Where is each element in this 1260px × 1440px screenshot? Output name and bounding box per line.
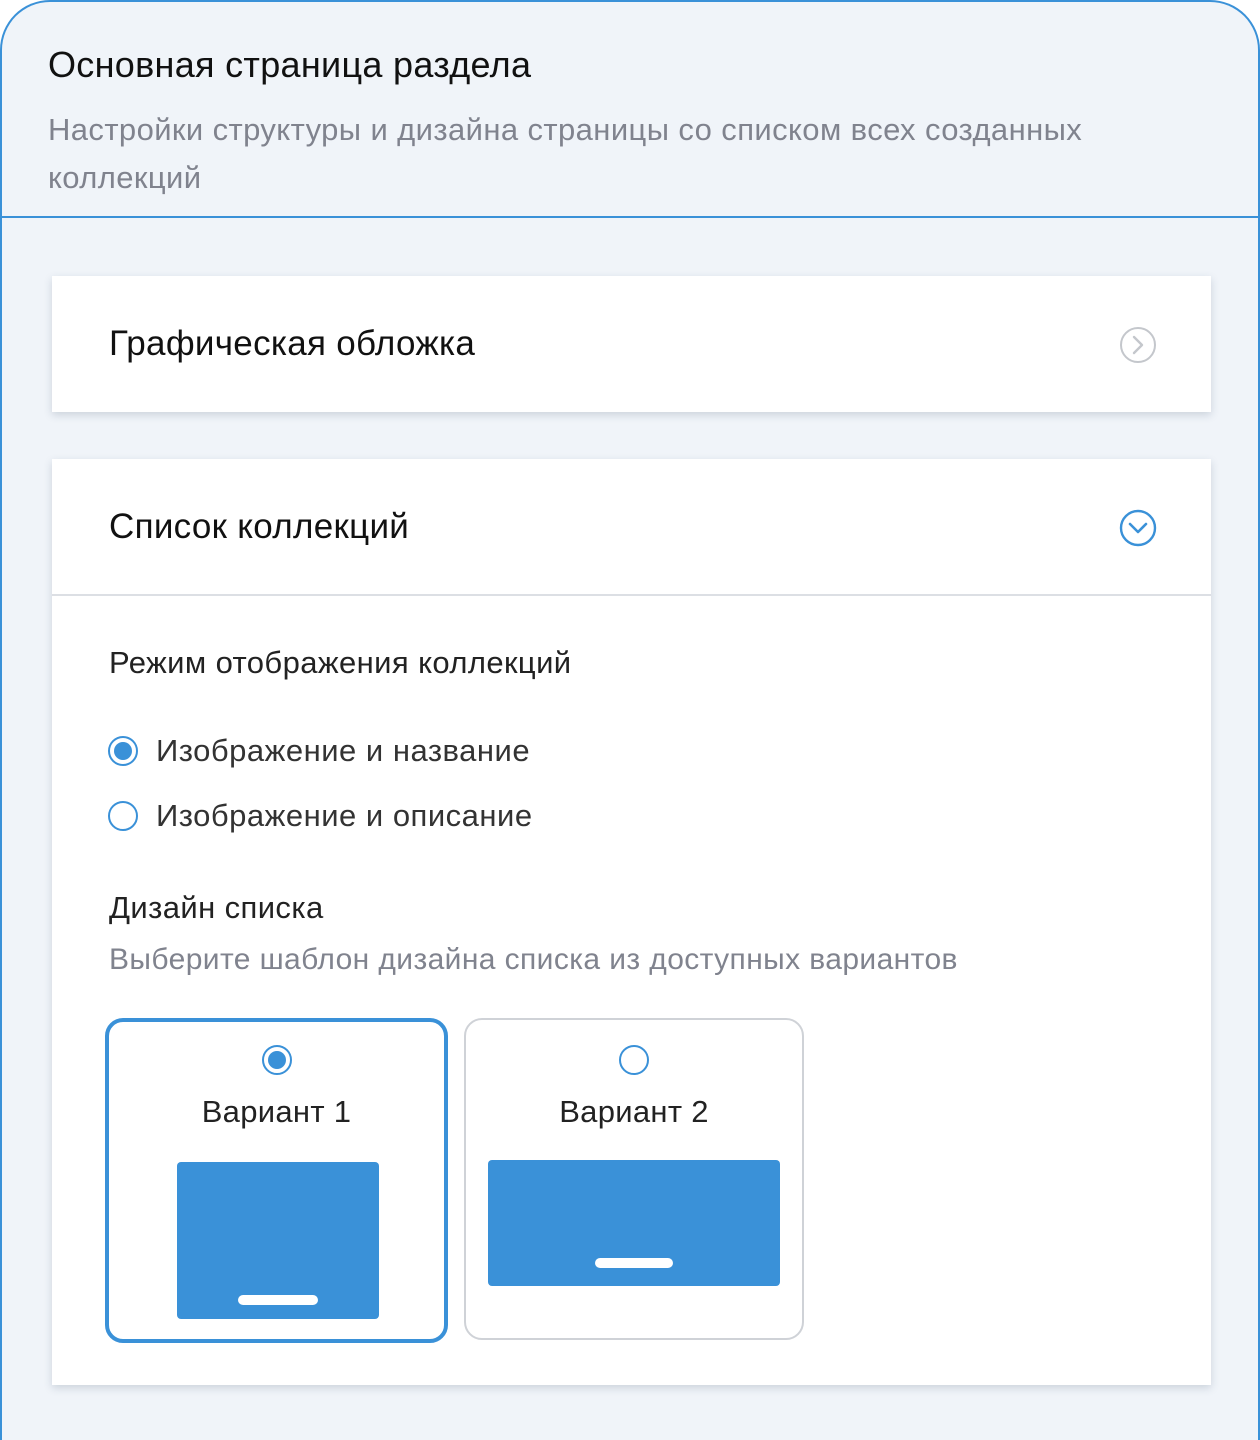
settings-panel: Основная страница раздела Настройки стру… <box>0 0 1260 1440</box>
radio-selected-dot <box>267 1051 286 1069</box>
preview-caption-bar <box>238 1295 318 1305</box>
list-design-label: Дизайн списка <box>109 890 324 925</box>
display-mode-label: Режим отображения коллекций <box>109 645 572 680</box>
chevron-down-circle-icon[interactable] <box>1119 509 1157 547</box>
variant-label: Вариант 1 <box>201 1094 352 1129</box>
radio-button[interactable] <box>261 1045 292 1075</box>
variant-2-preview-thumbnail <box>488 1160 780 1286</box>
radio-button[interactable] <box>108 801 138 831</box>
list-design-hint: Выберите шаблон дизайна списка из доступ… <box>109 943 958 976</box>
preview-caption-bar <box>595 1258 673 1268</box>
collections-section-title[interactable]: Список коллекций <box>109 507 409 547</box>
radio-button[interactable] <box>108 736 138 766</box>
radio-label: Изображение и название <box>156 733 531 768</box>
page-description: Настройки структуры и дизайна страницы с… <box>48 112 1083 195</box>
variant-1-preview-thumbnail <box>177 1162 379 1319</box>
display-mode-option-image-title[interactable]: Изображение и название <box>108 731 530 771</box>
cover-section-title: Графическая обложка <box>109 324 476 363</box>
section-divider <box>52 594 1211 596</box>
design-variant-1-card[interactable]: Вариант 1 <box>105 1018 448 1343</box>
display-mode-option-image-description[interactable]: Изображение и описание <box>108 796 533 836</box>
design-variant-2-card[interactable]: Вариант 2 <box>464 1018 804 1340</box>
radio-button[interactable] <box>619 1045 649 1075</box>
collections-section-card: Список коллекций Режим отображения колле… <box>52 459 1211 1385</box>
radio-selected-dot <box>114 742 132 760</box>
cover-section-card[interactable]: Графическая обложка <box>52 276 1211 412</box>
panel-header: Основная страница раздела Настройки стру… <box>2 2 1258 218</box>
radio-label: Изображение и описание <box>156 798 533 833</box>
page-title: Основная страница раздела <box>48 44 532 85</box>
chevron-right-circle-icon[interactable] <box>1119 326 1157 364</box>
variant-label: Вариант 2 <box>559 1094 709 1129</box>
